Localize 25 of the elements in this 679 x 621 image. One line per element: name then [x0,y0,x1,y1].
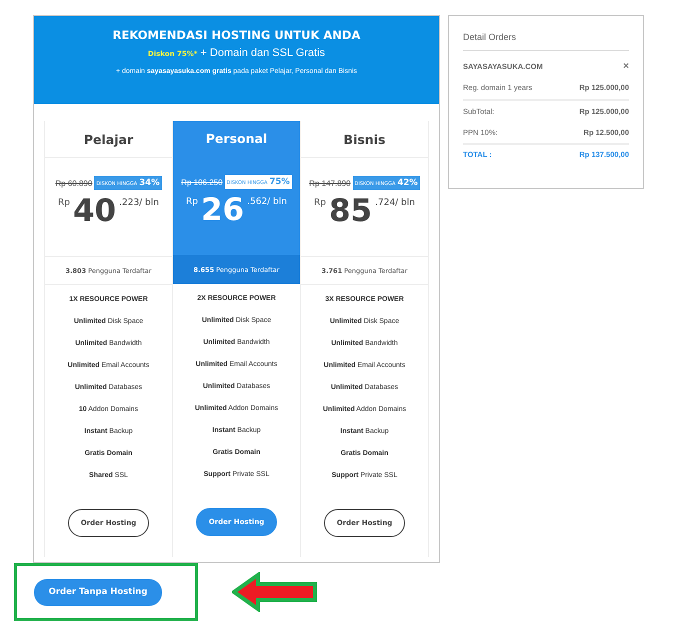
order-without-hosting-button[interactable]: Order Tanpa Hosting [34,578,162,606]
price-suffix: .724/ bln [375,198,415,208]
plan-column[interactable] [173,121,301,557]
plan-name: Bisnis [344,132,386,146]
plan-name: Personal [206,131,268,146]
old-price: Rp 147.890 [309,178,351,188]
detail-title: Detail Orders [463,16,629,51]
currency-label: Rp [186,197,198,207]
badge-percent: 75% [269,177,290,187]
currency-label: Rp [314,198,326,208]
badge-percent: 42% [397,178,418,188]
price-suffix: .562/ bln [247,197,287,207]
price-suffix: .223/ bln [119,198,159,208]
price-main: 40 [72,192,116,230]
arrow-icon [232,572,318,612]
currency-label: Rp [58,198,70,208]
remove-button[interactable]: × [623,61,629,72]
banner-title: REKOMENDASI HOSTING UNTUK ANDA [112,28,360,42]
old-price: Rp 106.250 [181,178,223,186]
old-price: Rp 60.890 [55,178,92,188]
plan-name: Pelajar [84,132,134,146]
banner-subtitle: + Domain dan SSL Gratis [200,47,326,59]
price-main: 26 [200,191,244,229]
badge-percent: 34% [139,178,160,188]
price-main: 85 [328,192,372,230]
